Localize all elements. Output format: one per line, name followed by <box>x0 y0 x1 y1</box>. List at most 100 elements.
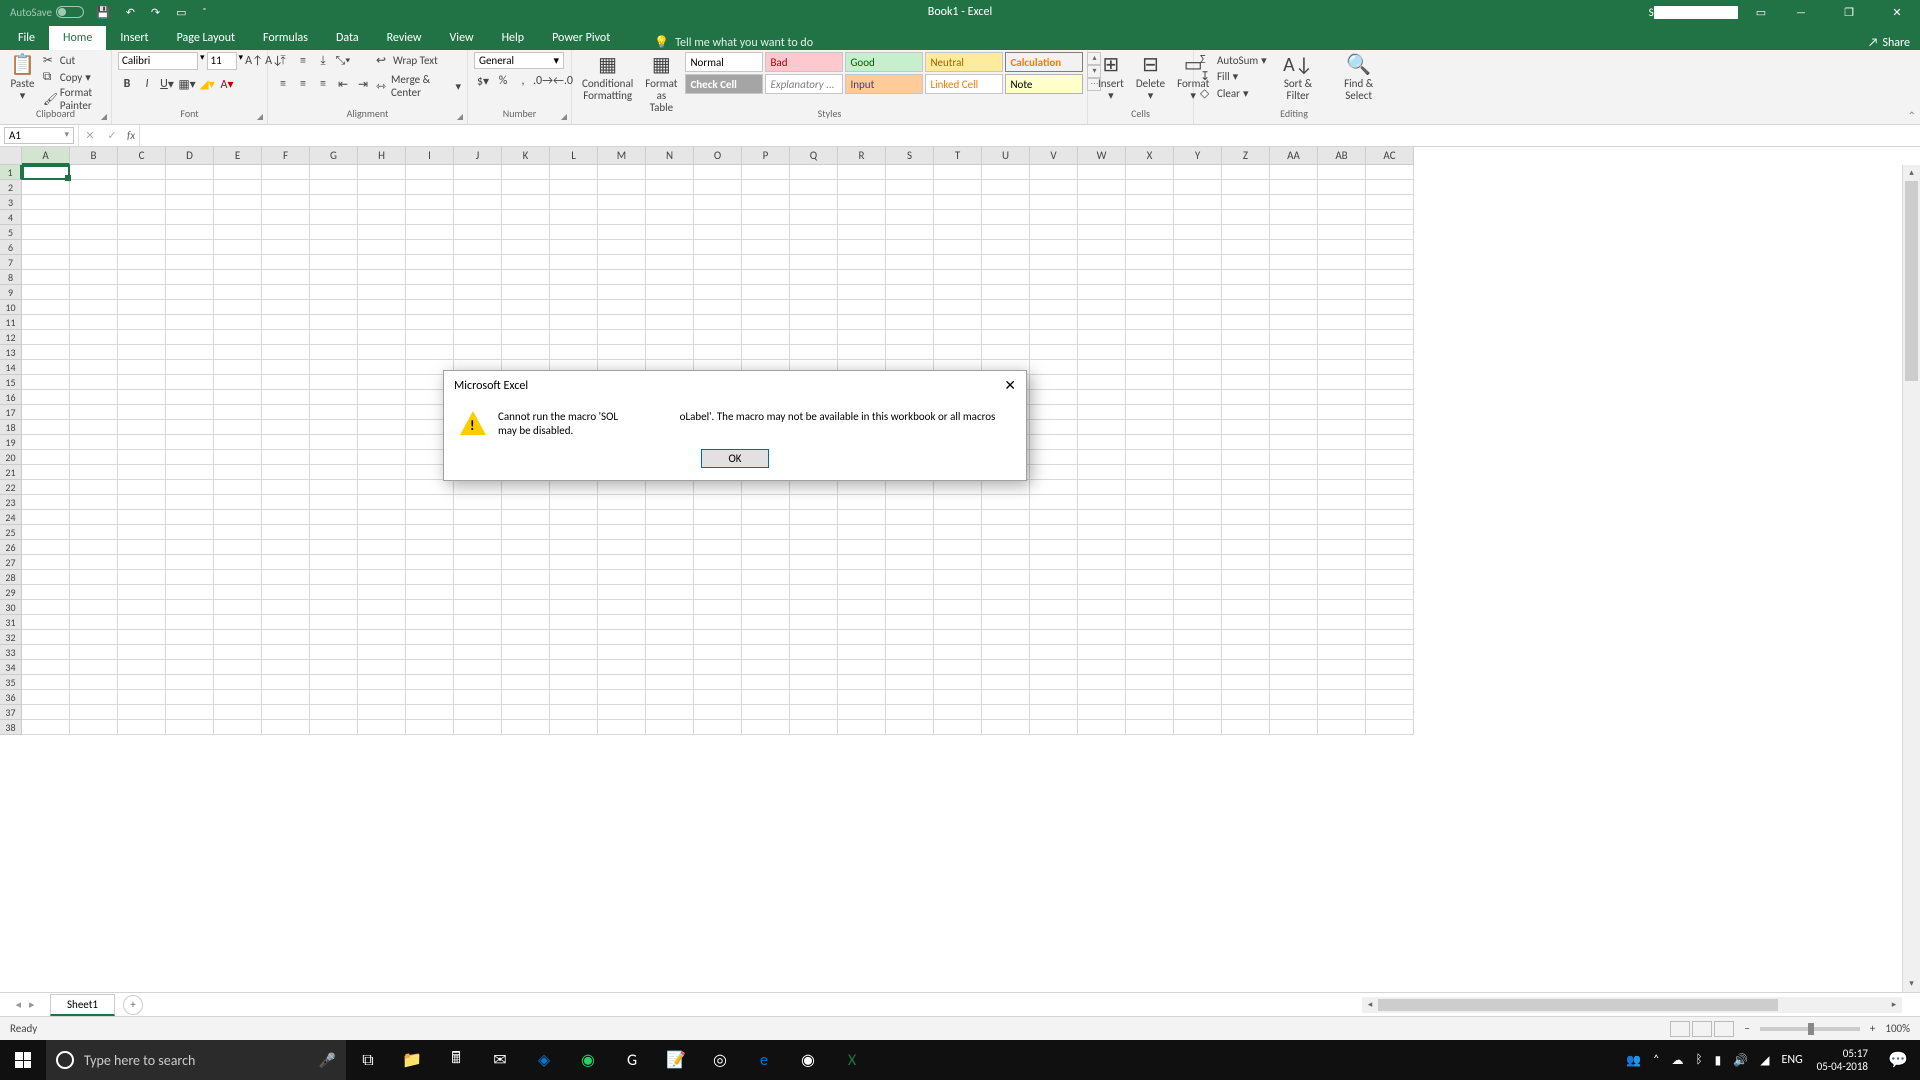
cell[interactable] <box>694 210 742 225</box>
cell[interactable] <box>262 675 310 690</box>
column-header[interactable]: J <box>454 147 502 165</box>
cell[interactable] <box>262 285 310 300</box>
cell[interactable] <box>1174 240 1222 255</box>
cell[interactable] <box>982 330 1030 345</box>
column-header[interactable]: P <box>742 147 790 165</box>
row-header[interactable]: 34 <box>0 660 22 675</box>
cell[interactable] <box>694 240 742 255</box>
cell[interactable] <box>502 720 550 735</box>
cell[interactable] <box>1126 465 1174 480</box>
cell[interactable] <box>742 645 790 660</box>
cell[interactable] <box>214 465 262 480</box>
cell[interactable] <box>598 345 646 360</box>
cell[interactable] <box>1222 525 1270 540</box>
cell[interactable] <box>1078 585 1126 600</box>
cell[interactable] <box>118 510 166 525</box>
row-header[interactable]: 4 <box>0 210 22 225</box>
font-color-button[interactable]: A▾ <box>218 75 236 93</box>
cell[interactable] <box>166 270 214 285</box>
cell[interactable] <box>166 540 214 555</box>
cell[interactable] <box>1222 390 1270 405</box>
cell[interactable] <box>454 165 502 180</box>
cell[interactable] <box>1030 210 1078 225</box>
cell[interactable] <box>982 540 1030 555</box>
cell[interactable] <box>1078 375 1126 390</box>
task-view-icon[interactable]: ⧉ <box>346 1040 390 1080</box>
cell[interactable] <box>406 540 454 555</box>
column-header[interactable]: G <box>310 147 358 165</box>
row-header[interactable]: 9 <box>0 285 22 300</box>
cell[interactable] <box>550 630 598 645</box>
cell[interactable] <box>214 510 262 525</box>
cell[interactable] <box>886 495 934 510</box>
cell[interactable] <box>982 615 1030 630</box>
cell[interactable] <box>262 210 310 225</box>
cell[interactable] <box>1222 615 1270 630</box>
volume-icon[interactable]: 🔊 <box>1727 1053 1754 1068</box>
row-header[interactable]: 16 <box>0 390 22 405</box>
cell[interactable] <box>1270 690 1318 705</box>
cell[interactable] <box>694 720 742 735</box>
cell[interactable] <box>70 690 118 705</box>
cell[interactable] <box>70 645 118 660</box>
cell[interactable] <box>598 585 646 600</box>
cell[interactable] <box>118 375 166 390</box>
cell[interactable] <box>1270 510 1318 525</box>
cell[interactable] <box>262 630 310 645</box>
cell[interactable] <box>70 210 118 225</box>
cell[interactable] <box>1174 345 1222 360</box>
cell[interactable] <box>70 630 118 645</box>
horizontal-scrollbar[interactable]: ◂ ▸ <box>1362 997 1902 1013</box>
cell[interactable] <box>598 660 646 675</box>
cell[interactable] <box>550 705 598 720</box>
cell[interactable] <box>742 630 790 645</box>
cell[interactable] <box>1318 570 1366 585</box>
cell[interactable] <box>1078 540 1126 555</box>
cell[interactable] <box>1318 390 1366 405</box>
cell[interactable] <box>598 720 646 735</box>
cell[interactable] <box>550 540 598 555</box>
cell[interactable] <box>1078 465 1126 480</box>
cell[interactable] <box>70 390 118 405</box>
cell[interactable] <box>406 240 454 255</box>
cell[interactable] <box>406 480 454 495</box>
cell[interactable] <box>22 360 70 375</box>
cell[interactable] <box>454 270 502 285</box>
cell[interactable] <box>1030 240 1078 255</box>
cell[interactable] <box>262 375 310 390</box>
cell[interactable] <box>454 675 502 690</box>
cell[interactable] <box>742 570 790 585</box>
cell[interactable] <box>790 180 838 195</box>
view-normal-icon[interactable] <box>1670 1021 1690 1037</box>
cell[interactable] <box>1366 585 1414 600</box>
cell[interactable] <box>982 345 1030 360</box>
cell[interactable] <box>742 720 790 735</box>
cell[interactable] <box>1030 480 1078 495</box>
cell[interactable] <box>1366 345 1414 360</box>
cell[interactable] <box>406 315 454 330</box>
cell[interactable] <box>1366 675 1414 690</box>
cell[interactable] <box>22 675 70 690</box>
cell[interactable] <box>22 165 70 180</box>
cell[interactable] <box>1366 390 1414 405</box>
cell[interactable] <box>1222 240 1270 255</box>
cell[interactable] <box>1174 360 1222 375</box>
cell[interactable] <box>934 195 982 210</box>
action-center-icon[interactable]: 💬 <box>1876 1040 1920 1080</box>
cell[interactable] <box>934 240 982 255</box>
cell[interactable] <box>646 285 694 300</box>
cell[interactable] <box>790 345 838 360</box>
cell[interactable] <box>1030 585 1078 600</box>
tab-file[interactable]: File <box>4 26 49 50</box>
cell[interactable] <box>886 330 934 345</box>
cell[interactable] <box>598 165 646 180</box>
cell[interactable] <box>1126 195 1174 210</box>
onedrive-icon[interactable]: ☁ <box>1665 1053 1689 1068</box>
cell[interactable] <box>550 210 598 225</box>
sheet-tab-sheet1[interactable]: Sheet1 <box>50 994 115 1016</box>
cell[interactable] <box>262 600 310 615</box>
cell[interactable] <box>838 225 886 240</box>
cell[interactable] <box>742 285 790 300</box>
cell[interactable] <box>358 165 406 180</box>
cell[interactable] <box>70 450 118 465</box>
